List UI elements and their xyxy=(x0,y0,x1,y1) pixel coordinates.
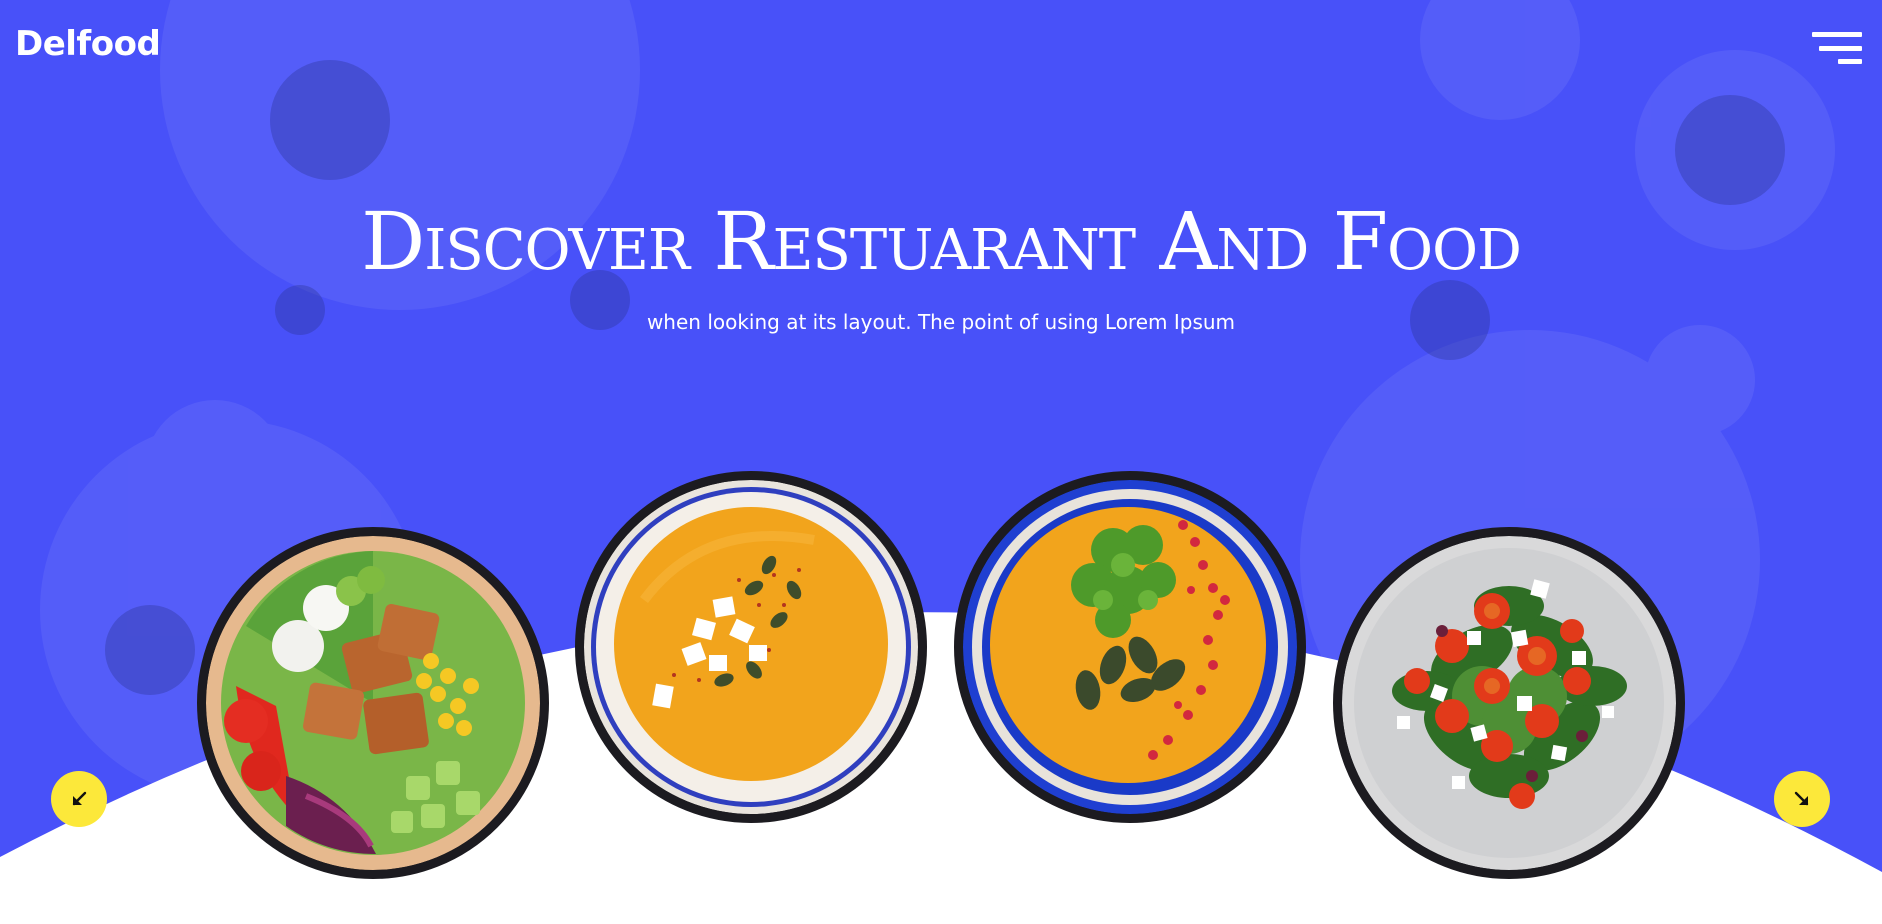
prev-slide-button[interactable] xyxy=(51,771,107,827)
pumpkin-soup-feta-image[interactable] xyxy=(575,471,927,823)
salad-bowl-tofu-image[interactable] xyxy=(197,527,549,879)
next-slide-button[interactable] xyxy=(1774,771,1830,827)
pumpkin-soup-herbs-image[interactable] xyxy=(954,471,1306,823)
arrow-down-right-icon xyxy=(1794,791,1809,806)
hero-section: Delfood Discover Restuarant And Food whe… xyxy=(0,0,1882,924)
greek-salad-plate-image[interactable] xyxy=(1333,527,1685,879)
arrow-down-left-icon xyxy=(72,791,87,806)
